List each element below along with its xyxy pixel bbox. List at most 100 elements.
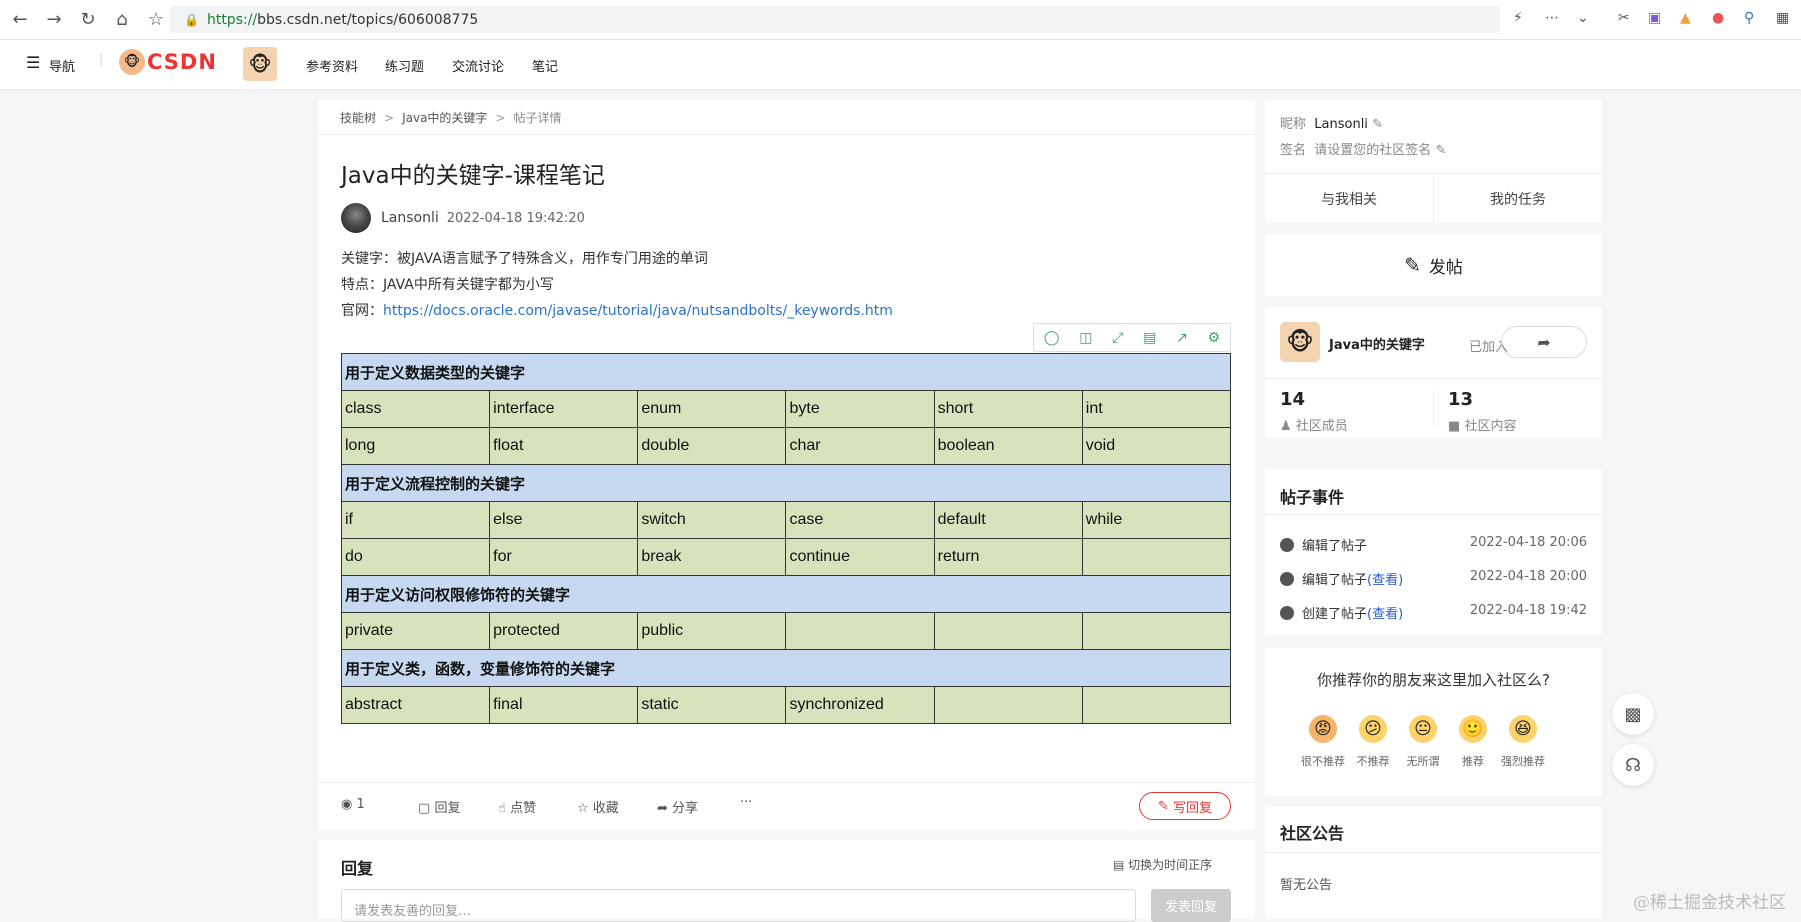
game-icon[interactable]: ● xyxy=(1712,10,1724,26)
lock-icon: 🔒 xyxy=(184,12,199,27)
table-cell: enum xyxy=(637,390,787,428)
nav-menu-label[interactable]: 导航 xyxy=(49,56,75,75)
events-card: 帖子事件 编辑了帖子 2022-04-18 20:06 编辑了帖子(查看) 2022-… xyxy=(1265,469,1602,635)
table-row: long float double char boolean void xyxy=(340,427,1232,465)
write-reply-button[interactable]: ✎ 写回复 xyxy=(1139,792,1231,820)
profile-card: 昵称 Lansonli ✎ 签名 请设置您的社区签名 ✎ 与我相关 我的任务 xyxy=(1265,100,1602,223)
recommend-question: 你推荐你的朋友来这里加入社区么? xyxy=(1317,671,1550,689)
scissors-icon[interactable]: ✂ xyxy=(1618,10,1630,26)
breadcrumb-item[interactable]: Java中的关键字 xyxy=(402,111,487,125)
reload-icon[interactable]: ↻ xyxy=(74,6,102,34)
link-prefix: 官网： xyxy=(341,303,383,319)
table-cell: do xyxy=(340,538,491,576)
reply-input[interactable]: 请发表友善的回复… xyxy=(341,889,1136,922)
chevron-down-icon[interactable]: ⌄ xyxy=(1577,10,1589,26)
copy-icon[interactable]: ◯ xyxy=(1044,330,1060,346)
tab-tasks[interactable]: 我的任务 xyxy=(1434,189,1602,209)
recommend-option[interactable]: 😐 无所谓 xyxy=(1401,715,1445,769)
home-icon[interactable]: ⌂ xyxy=(108,6,136,34)
qr-code-icon[interactable]: ▩ xyxy=(1612,693,1654,735)
table-cell: static xyxy=(637,686,787,724)
menu-icon[interactable]: ☰ xyxy=(26,53,40,72)
reply-action[interactable]: ▢ 回复 xyxy=(418,797,460,816)
switch-order-button[interactable]: ▤ 切换为时间正序 xyxy=(1113,856,1212,873)
docs-link[interactable]: https://docs.oracle.com/javase/tutorial/… xyxy=(383,303,893,319)
share-icon: ➦ xyxy=(1537,332,1551,352)
address-bar[interactable]: 🔒 https:// bbs.csdn.net/topics/606008775 xyxy=(170,6,1500,33)
nav-item-exercises[interactable]: 练习题 xyxy=(385,56,424,75)
recommend-option[interactable]: 🙂 推荐 xyxy=(1451,715,1495,769)
tab-related[interactable]: 与我相关 xyxy=(1265,189,1433,209)
community-logo[interactable]: 🐵 xyxy=(1280,322,1320,362)
divider: | xyxy=(99,52,104,67)
author-name[interactable]: Lansonli xyxy=(381,210,439,226)
grid-icon[interactable]: ▦ xyxy=(1776,10,1789,26)
table-cell xyxy=(933,612,1083,650)
back-icon[interactable]: ← xyxy=(6,6,34,34)
emoji-face-icon: 🙂 xyxy=(1459,715,1487,743)
share-action[interactable]: ➦ 分享 xyxy=(657,797,698,816)
event-item: 创建了帖子(查看) 2022-04-18 19:42 xyxy=(1280,603,1587,622)
table-row: do for break continue return xyxy=(340,538,1232,576)
table-header-row: 用于定义访问权限修饰符的关键字 xyxy=(341,575,1231,613)
recommend-option[interactable]: 😆 强烈推荐 xyxy=(1501,715,1545,769)
submit-reply-button[interactable]: 发表回复 xyxy=(1151,889,1231,922)
table-cell: if xyxy=(340,501,491,539)
event-time: 2022-04-18 20:06 xyxy=(1469,535,1587,550)
shield-icon[interactable]: ▲ xyxy=(1680,10,1691,26)
export-icon[interactable]: ↗ xyxy=(1176,330,1188,346)
notice-title: 社区公告 xyxy=(1280,824,1345,843)
post-date: 2022-04-18 19:42:20 xyxy=(446,210,585,226)
headset-icon[interactable]: ☊ xyxy=(1612,744,1654,786)
more-options[interactable]: ··· xyxy=(740,795,752,810)
views-count: ◉ 1 xyxy=(341,797,365,812)
recommend-option[interactable]: 😡 很不推荐 xyxy=(1301,715,1345,769)
recommend-option[interactable]: 😕 不推荐 xyxy=(1351,715,1395,769)
content-label: ■ 社区内容 xyxy=(1448,419,1517,434)
pen-icon: ✎ xyxy=(1158,798,1169,814)
translate-icon[interactable]: ▣ xyxy=(1648,10,1661,26)
table-cell: synchronized xyxy=(785,686,935,724)
view-link[interactable]: (查看) xyxy=(1367,607,1403,622)
table-section-header: 用于定义类，函数，变量修饰符的关键字 xyxy=(341,649,1231,687)
new-post-button[interactable]: ✎ 发帖 xyxy=(1265,234,1602,296)
expand-icon[interactable]: ⤢ xyxy=(1112,330,1123,346)
like-action[interactable]: ☝ 点赞 xyxy=(498,797,536,816)
settings-gear-icon[interactable]: ⚙ xyxy=(1208,330,1221,346)
keywords-table: 用于定义数据类型的关键字 class interface enum byte short i… xyxy=(340,353,1232,724)
post-line: 特点：JAVA中所有关键字都为小写 xyxy=(341,277,554,293)
author-avatar[interactable] xyxy=(341,203,371,233)
watermark: @稀土掘金技术社区 xyxy=(1633,893,1786,913)
breadcrumb-item[interactable]: 技能树 xyxy=(340,111,376,125)
clipboard-icon[interactable]: ◫ xyxy=(1079,330,1092,346)
edit-icon[interactable]: ✎ xyxy=(1435,143,1446,158)
share-icon: ➦ xyxy=(657,801,668,816)
edit-icon[interactable]: ✎ xyxy=(1372,117,1383,132)
save-icon[interactable]: ▤ xyxy=(1143,330,1156,346)
forward-icon[interactable]: → xyxy=(40,6,68,34)
nav-item-discussion[interactable]: 交流讨论 xyxy=(452,56,504,75)
nickname: Lansonli xyxy=(1314,117,1368,132)
community-avatar[interactable]: 🐵 xyxy=(243,47,277,81)
csdn-logo[interactable]: CSDN xyxy=(147,50,217,74)
community-card: 🐵 Java中的关键字 已加入 ➦ 14 ♟ 社区成员 13 ■ 社区内容 xyxy=(1265,307,1602,438)
search-icon[interactable]: ⚲ xyxy=(1744,10,1754,26)
more-icon[interactable]: ⋯ xyxy=(1545,10,1559,26)
table-cell: int xyxy=(1081,390,1232,428)
collect-action[interactable]: ☆ 收藏 xyxy=(577,797,619,816)
post-line: 关键字：被JAVA语言赋予了特殊含义，用作专门用途的单词 xyxy=(341,251,708,267)
nav-item-reference[interactable]: 参考资料 xyxy=(306,56,358,75)
event-text: 编辑了帖子 xyxy=(1302,539,1368,554)
nav-item-notes[interactable]: 笔记 xyxy=(532,56,558,75)
share-community-button[interactable]: ➦ xyxy=(1501,326,1587,358)
event-item: 编辑了帖子(查看) 2022-04-18 20:00 xyxy=(1280,569,1587,588)
table-cell: class xyxy=(340,390,491,428)
view-link[interactable]: (查看) xyxy=(1367,573,1403,588)
lightning-icon[interactable]: ⚡ xyxy=(1513,10,1523,26)
bookmark-star-icon[interactable]: ☆ xyxy=(142,6,170,34)
user-icon: ♟ xyxy=(1280,419,1292,434)
table-cell: continue xyxy=(785,538,935,576)
table-section-header: 用于定义流程控制的关键字 xyxy=(341,464,1231,502)
events-title: 帖子事件 xyxy=(1280,488,1345,507)
community-name[interactable]: Java中的关键字 xyxy=(1329,334,1425,353)
